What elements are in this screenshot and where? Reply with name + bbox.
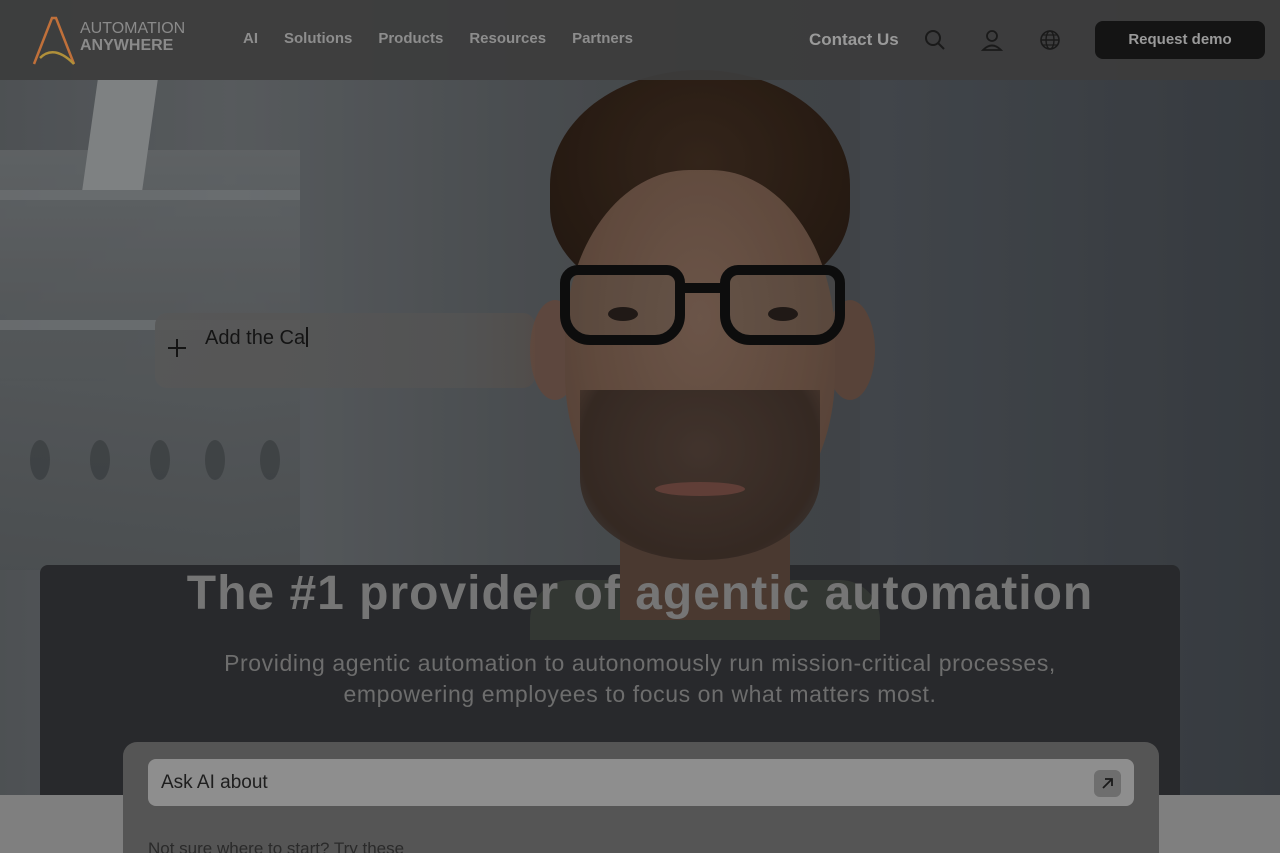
- arrow-up-right-icon: [1102, 778, 1113, 789]
- try-these-text: Not sure where to start? Try these: [148, 839, 405, 853]
- request-demo-button[interactable]: Request demo: [1095, 21, 1265, 59]
- nav-item-solutions[interactable]: Solutions: [284, 30, 352, 47]
- search-icon[interactable]: [924, 29, 946, 51]
- site-header: AUTOMATION ANYWHERE AI Solutions Product…: [0, 0, 1280, 80]
- main-nav: AI Solutions Products Resources Partners: [243, 30, 633, 47]
- logo-text: AUTOMATION ANYWHERE: [80, 20, 186, 54]
- send-arrow-button[interactable]: [1094, 770, 1121, 797]
- ask-ai-input[interactable]: Ask AI about: [148, 759, 1134, 806]
- modal-dim-overlay: [0, 0, 1280, 853]
- nav-item-partners[interactable]: Partners: [572, 30, 633, 47]
- contact-us-link[interactable]: Contact Us: [809, 30, 899, 50]
- logo-a-icon: [32, 16, 76, 65]
- logo[interactable]: AUTOMATION ANYWHERE: [30, 14, 185, 68]
- nav-item-products[interactable]: Products: [378, 30, 443, 47]
- ask-ai-label: Ask AI about: [161, 772, 268, 793]
- nav-item-ai[interactable]: AI: [243, 30, 258, 47]
- nav-item-resources[interactable]: Resources: [469, 30, 546, 47]
- user-icon[interactable]: [981, 29, 1003, 51]
- globe-icon[interactable]: [1039, 29, 1061, 51]
